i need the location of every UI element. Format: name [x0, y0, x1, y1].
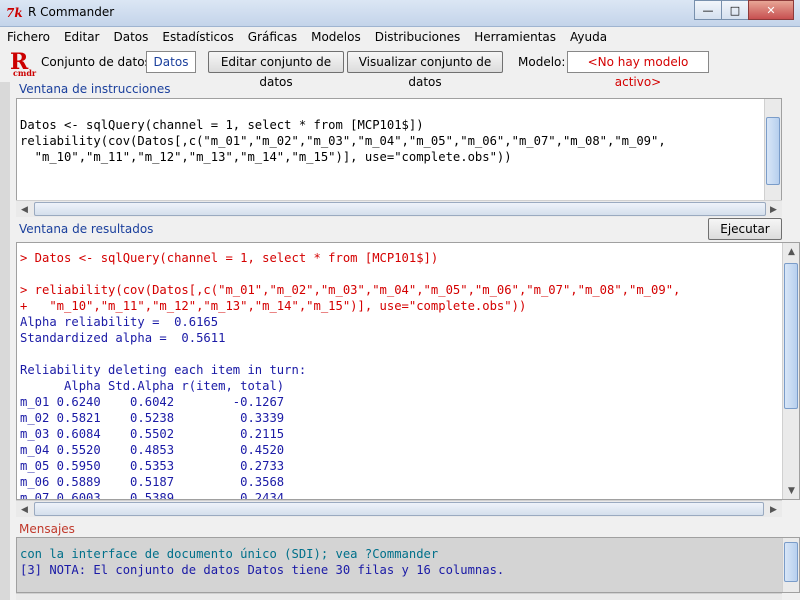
scroll-right-icon[interactable]: ▶: [765, 501, 782, 518]
edit-dataset-button[interactable]: Editar conjunto de datos: [208, 51, 344, 89]
logo-sub: cmdr: [13, 68, 37, 78]
script-editor[interactable]: Datos <- sqlQuery(channel = 1, select * …: [16, 98, 782, 202]
menu-bar: Fichero Editar Datos Estadísticos Gráfic…: [0, 27, 800, 47]
messages-pane: con la interface de documento único (SDI…: [16, 537, 800, 593]
scroll-left-icon[interactable]: ◀: [16, 201, 33, 218]
menu-datos[interactable]: Datos: [107, 27, 156, 47]
script-hscrollbar[interactable]: ◀ ▶: [16, 200, 782, 217]
menu-editar[interactable]: Editar: [57, 27, 107, 47]
window-controls: — □ ✕: [694, 0, 794, 20]
output-command-1: > Datos <- sqlQuery(channel = 1, select …: [20, 251, 439, 265]
menu-herramientas[interactable]: Herramientas: [467, 27, 563, 47]
messages-vscrollbar[interactable]: [782, 538, 799, 592]
output-vscroll-thumb[interactable]: [784, 263, 798, 409]
scroll-left-icon[interactable]: ◀: [16, 501, 33, 518]
script-text: Datos <- sqlQuery(channel = 1, select * …: [20, 118, 666, 164]
output-command-2: > reliability(cov(Datos[,c("m_01","m_02"…: [20, 283, 681, 313]
script-vscroll-thumb[interactable]: [766, 117, 780, 185]
left-frame: [0, 82, 10, 600]
messages-text: con la interface de documento único (SDI…: [17, 538, 799, 578]
run-button[interactable]: Ejecutar: [708, 218, 782, 240]
minimize-icon[interactable]: —: [694, 0, 722, 20]
dataset-label: Conjunto de datos:: [41, 55, 155, 69]
output-result: Alpha reliability = 0.6165 Standardized …: [20, 315, 307, 500]
toolbar: R cmdr Conjunto de datos: Datos Editar c…: [0, 48, 800, 89]
rcmdr-logo-icon: R cmdr: [10, 49, 40, 79]
scroll-down-icon[interactable]: ▼: [783, 482, 799, 499]
maximize-icon[interactable]: □: [721, 0, 749, 20]
script-window-label: Ventana de instrucciones: [19, 82, 171, 96]
menu-distribuciones[interactable]: Distribuciones: [368, 27, 468, 47]
window-title: R Commander: [28, 5, 115, 19]
r-commander-app-icon: 7k: [6, 6, 23, 20]
menu-modelos[interactable]: Modelos: [304, 27, 368, 47]
menu-graficas[interactable]: Gráficas: [241, 27, 304, 47]
close-icon[interactable]: ✕: [748, 0, 794, 20]
scroll-up-icon[interactable]: ▲: [783, 243, 799, 260]
messages-window-label: Mensajes: [19, 522, 75, 536]
menu-fichero[interactable]: Fichero: [0, 27, 57, 47]
message-line-2: [3] NOTA: El conjunto de datos Datos tie…: [20, 563, 505, 577]
messages-vscroll-thumb[interactable]: [784, 542, 798, 582]
active-model-button[interactable]: <No hay modelo activo>: [567, 51, 709, 89]
menu-estadisticos[interactable]: Estadísticos: [155, 27, 240, 47]
script-hscroll-thumb[interactable]: [34, 202, 766, 216]
active-dataset-button[interactable]: Datos: [146, 51, 196, 73]
scroll-right-icon[interactable]: ▶: [765, 201, 782, 218]
model-label: Modelo:: [518, 55, 566, 69]
output-pane[interactable]: > Datos <- sqlQuery(channel = 1, select …: [16, 242, 800, 500]
output-window-label: Ventana de resultados: [19, 222, 154, 236]
messages-hscrollbar[interactable]: [16, 593, 782, 600]
title-bar: 7k R Commander — □ ✕: [0, 0, 800, 27]
view-dataset-button[interactable]: Visualizar conjunto de datos: [347, 51, 503, 89]
output-vscrollbar[interactable]: ▲ ▼: [782, 243, 799, 499]
output-hscroll-thumb[interactable]: [34, 502, 764, 516]
script-vscrollbar[interactable]: [764, 99, 781, 201]
menu-ayuda[interactable]: Ayuda: [563, 27, 614, 47]
output-text: > Datos <- sqlQuery(channel = 1, select …: [17, 243, 799, 500]
message-line-1: con la interface de documento único (SDI…: [20, 547, 439, 561]
output-hscrollbar[interactable]: ◀ ▶: [16, 500, 782, 517]
